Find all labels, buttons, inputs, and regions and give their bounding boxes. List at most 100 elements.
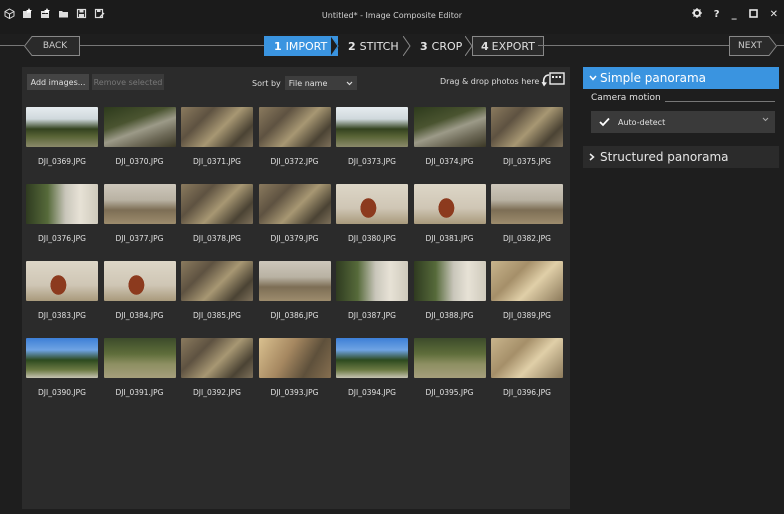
camera-motion-value: Auto-detect [618, 117, 666, 127]
photo-thumbnail[interactable] [181, 184, 253, 224]
photo-thumbnail[interactable] [258, 107, 331, 147]
add-images-button[interactable]: Add images... [27, 74, 89, 90]
photo-item[interactable]: DJI_0382.JPG [491, 184, 563, 243]
close-icon[interactable]: ✕ [770, 9, 778, 20]
photo-item[interactable]: DJI_0383.JPG [26, 261, 98, 320]
photo-filename: DJI_0392.JPG [193, 388, 241, 397]
camera-motion-select[interactable]: Auto-detect [591, 111, 775, 133]
photo-filename: DJI_0374.JPG [425, 157, 474, 166]
photo-thumbnail[interactable] [181, 107, 253, 147]
nav-line-mid-right [538, 45, 729, 46]
photo-thumbnail[interactable] [103, 184, 176, 224]
photo-item[interactable]: DJI_0374.JPG [413, 107, 486, 166]
photo-item[interactable]: DJI_0388.JPG [413, 261, 486, 320]
photo-thumbnail[interactable] [26, 338, 98, 378]
chevron-down-icon [346, 81, 353, 85]
photo-thumbnail[interactable] [413, 184, 486, 224]
photo-thumbnail[interactable] [336, 184, 408, 224]
import-panel: Add images... Remove selected Sort by Fi… [22, 67, 570, 509]
maximize-icon[interactable] [748, 8, 758, 21]
photo-thumbnail[interactable] [413, 338, 486, 378]
photo-thumbnail[interactable] [336, 338, 408, 378]
photo-thumbnail[interactable] [413, 107, 486, 147]
drag-drop-hint: Drag & drop photos here [440, 77, 540, 86]
photo-filename: DJI_0394.JPG [348, 388, 396, 397]
photo-thumbnail[interactable] [103, 261, 176, 301]
photo-item[interactable]: DJI_0377.JPG [103, 184, 176, 243]
photo-item[interactable]: DJI_0372.JPG [258, 107, 331, 166]
photo-item[interactable]: DJI_0381.JPG [413, 184, 486, 243]
photo-item[interactable]: DJI_0395.JPG [413, 338, 486, 397]
photo-thumbnail[interactable] [258, 338, 331, 378]
photo-item[interactable]: DJI_0392.JPG [181, 338, 253, 397]
tab-import[interactable]: 1 IMPORT [264, 36, 339, 56]
photo-item[interactable]: DJI_0385.JPG [181, 261, 253, 320]
panorama-options-panel: Simple panorama Camera motion Auto-detec… [583, 67, 779, 168]
photo-thumbnail[interactable] [181, 261, 253, 301]
photo-item[interactable]: DJI_0390.JPG [26, 338, 98, 397]
photo-filename: DJI_0390.JPG [38, 388, 86, 397]
remove-selected-button[interactable]: Remove selected [92, 74, 164, 90]
back-button[interactable]: BACK [24, 36, 80, 56]
checkmark-icon [599, 117, 610, 127]
sort-select[interactable]: File name [284, 76, 357, 90]
photo-item[interactable]: DJI_0371.JPG [181, 107, 253, 166]
photo-thumbnail[interactable] [413, 261, 486, 301]
photo-item[interactable]: DJI_0375.JPG [491, 107, 563, 166]
photo-item[interactable]: DJI_0379.JPG [258, 184, 331, 243]
import-toolbar: Add images... Remove selected Sort by Fi… [22, 67, 570, 93]
photo-item[interactable]: DJI_0378.JPG [181, 184, 253, 243]
photo-thumbnail[interactable] [103, 338, 176, 378]
photo-filename: DJI_0384.JPG [115, 311, 164, 320]
settings-gear-icon[interactable] [691, 8, 702, 21]
photo-filename: DJI_0381.JPG [425, 234, 474, 243]
photo-item[interactable]: DJI_0387.JPG [336, 261, 408, 320]
help-icon[interactable]: ? [714, 9, 720, 20]
photo-filename: DJI_0373.JPG [348, 157, 396, 166]
photo-thumbnail[interactable] [26, 184, 98, 224]
photo-item[interactable]: DJI_0389.JPG [491, 261, 563, 320]
structured-panorama-header[interactable]: Structured panorama [583, 146, 779, 168]
photo-item[interactable]: DJI_0369.JPG [26, 107, 98, 166]
tab-stitch[interactable]: 2 STITCH [338, 36, 411, 56]
photo-item[interactable]: DJI_0384.JPG [103, 261, 176, 320]
photo-thumbnail[interactable] [491, 261, 563, 301]
photo-thumbnail[interactable] [103, 107, 176, 147]
photo-filename: DJI_0379.JPG [270, 234, 319, 243]
photo-filename: DJI_0370.JPG [115, 157, 164, 166]
photo-thumbnail[interactable] [491, 338, 563, 378]
photo-item[interactable]: DJI_0391.JPG [103, 338, 176, 397]
drag-drop-icon [541, 72, 565, 91]
photo-thumbnail[interactable] [336, 107, 408, 147]
photo-thumbnail[interactable] [26, 107, 98, 147]
chevron-down-icon [589, 75, 597, 81]
tab-export[interactable]: 4 EXPORT [472, 36, 544, 56]
photo-thumbnail[interactable] [181, 338, 253, 378]
minimize-icon[interactable]: _ [732, 9, 737, 20]
photo-filename: DJI_0377.JPG [115, 234, 164, 243]
photo-item[interactable]: DJI_0380.JPG [336, 184, 408, 243]
photo-item[interactable]: DJI_0393.JPG [258, 338, 331, 397]
photo-thumbnail[interactable] [258, 184, 331, 224]
photo-item[interactable]: DJI_0376.JPG [26, 184, 98, 243]
photo-thumbnail[interactable] [336, 261, 408, 301]
photo-filename: DJI_0383.JPG [38, 311, 86, 320]
tab-crop[interactable]: 3 CROP [410, 36, 473, 56]
nav-line-left [0, 45, 24, 46]
photo-item[interactable]: DJI_0394.JPG [336, 338, 408, 397]
photo-thumbnail[interactable] [491, 107, 563, 147]
photo-thumbnail[interactable] [26, 261, 98, 301]
window-controls: ? _ ✕ [691, 8, 778, 21]
photo-item[interactable]: DJI_0396.JPG [491, 338, 563, 397]
photo-item[interactable]: DJI_0370.JPG [103, 107, 176, 166]
photo-item[interactable]: DJI_0373.JPG [336, 107, 408, 166]
next-button[interactable]: NEXT [729, 36, 777, 56]
photo-thumbnail[interactable] [258, 261, 331, 301]
photo-thumbnail[interactable] [491, 184, 563, 224]
simple-panorama-header[interactable]: Simple panorama [583, 67, 779, 89]
photo-item[interactable]: DJI_0386.JPG [258, 261, 331, 320]
photo-filename: DJI_0388.JPG [425, 311, 474, 320]
photo-filename: DJI_0385.JPG [193, 311, 241, 320]
photo-filename: DJI_0396.JPG [503, 388, 551, 397]
sort-by-label: Sort by [252, 78, 281, 88]
